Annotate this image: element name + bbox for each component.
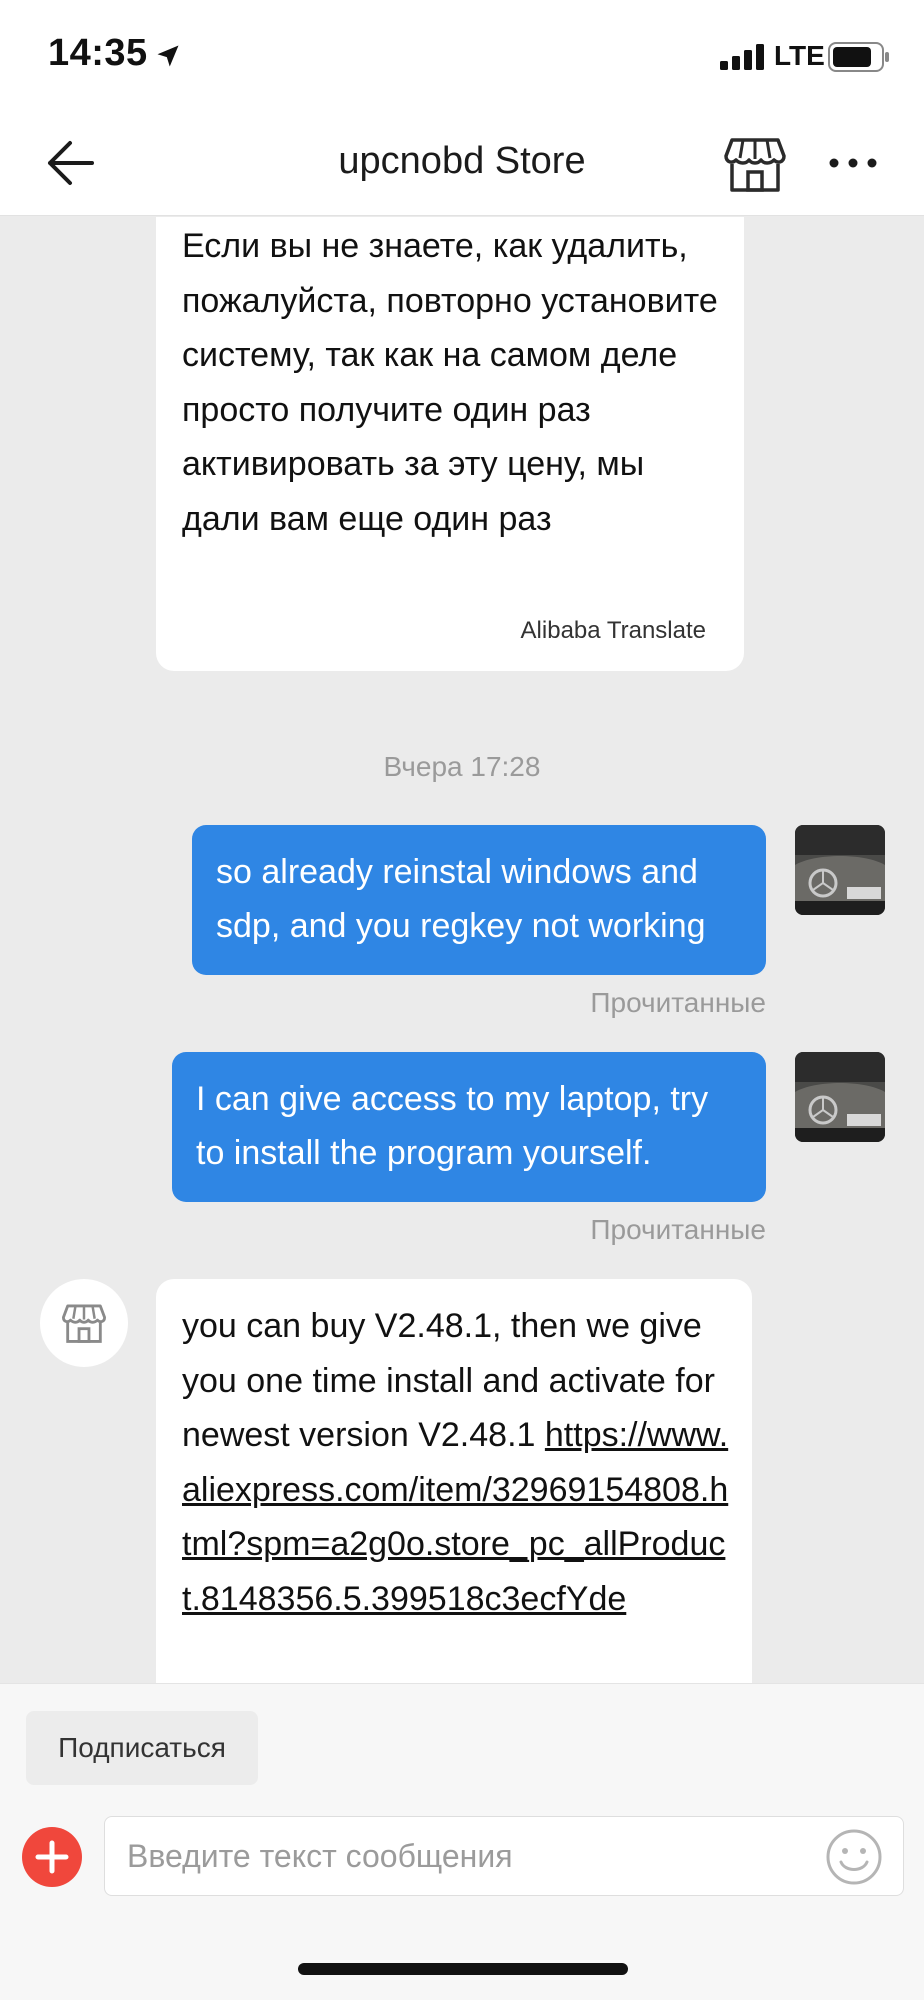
signal-icon xyxy=(720,44,764,70)
store-icon[interactable] xyxy=(724,134,786,194)
back-arrow-icon[interactable] xyxy=(44,138,96,188)
message-text: so already reinstal windows and sdp, and… xyxy=(216,853,706,945)
car-photo-icon xyxy=(795,825,885,915)
message-bubble-outgoing[interactable]: I can give access to my laptop, try to i… xyxy=(172,1052,766,1202)
chat-header: upcnobd Store xyxy=(0,110,924,216)
message-input-box xyxy=(104,1816,904,1896)
composer-area: Подписаться xyxy=(0,1683,924,2000)
message-body: you can buy V2.48.1, then we give you on… xyxy=(182,1299,732,1626)
page-title: upcnobd Store xyxy=(338,140,586,182)
store-icon xyxy=(62,1304,106,1343)
message-text: Если вы не знаете, как удалить, пожалуйс… xyxy=(182,227,718,538)
chat-area[interactable]: Если вы не знаете, как удалить, пожалуйс… xyxy=(0,217,924,1683)
battery-icon xyxy=(828,42,889,72)
translation-credit: Alibaba Translate xyxy=(520,617,706,644)
message-bubble-outgoing[interactable]: so already reinstal windows and sdp, and… xyxy=(192,825,766,975)
user-avatar[interactable] xyxy=(795,1052,885,1142)
user-avatar[interactable] xyxy=(795,825,885,915)
read-status: Прочитанные xyxy=(590,1214,766,1245)
home-indicator[interactable] xyxy=(298,1963,628,1975)
location-arrow-icon xyxy=(157,45,179,67)
subscribe-button[interactable]: Подписаться xyxy=(26,1711,258,1785)
emoji-icon[interactable] xyxy=(825,1828,883,1886)
status-bar: 14:35 LTE xyxy=(0,0,924,110)
add-button[interactable] xyxy=(22,1827,82,1887)
plus-icon xyxy=(35,1840,69,1874)
message-text: I can give access to my laptop, try to i… xyxy=(196,1080,709,1172)
message-timestamp: Вчера 17:28 xyxy=(383,751,541,782)
more-icon[interactable] xyxy=(828,138,878,188)
status-time: 14:35 xyxy=(48,32,148,74)
message-input[interactable] xyxy=(127,1817,807,1895)
message-bubble-incoming[interactable]: Если вы не знаете, как удалить, пожалуйс… xyxy=(156,217,744,671)
car-photo-icon xyxy=(795,1052,885,1142)
message-bubble-incoming[interactable]: you can buy V2.48.1, then we give you on… xyxy=(156,1279,752,1683)
store-avatar[interactable] xyxy=(40,1279,128,1367)
network-label: LTE xyxy=(774,40,825,71)
read-status: Прочитанные xyxy=(590,987,766,1018)
